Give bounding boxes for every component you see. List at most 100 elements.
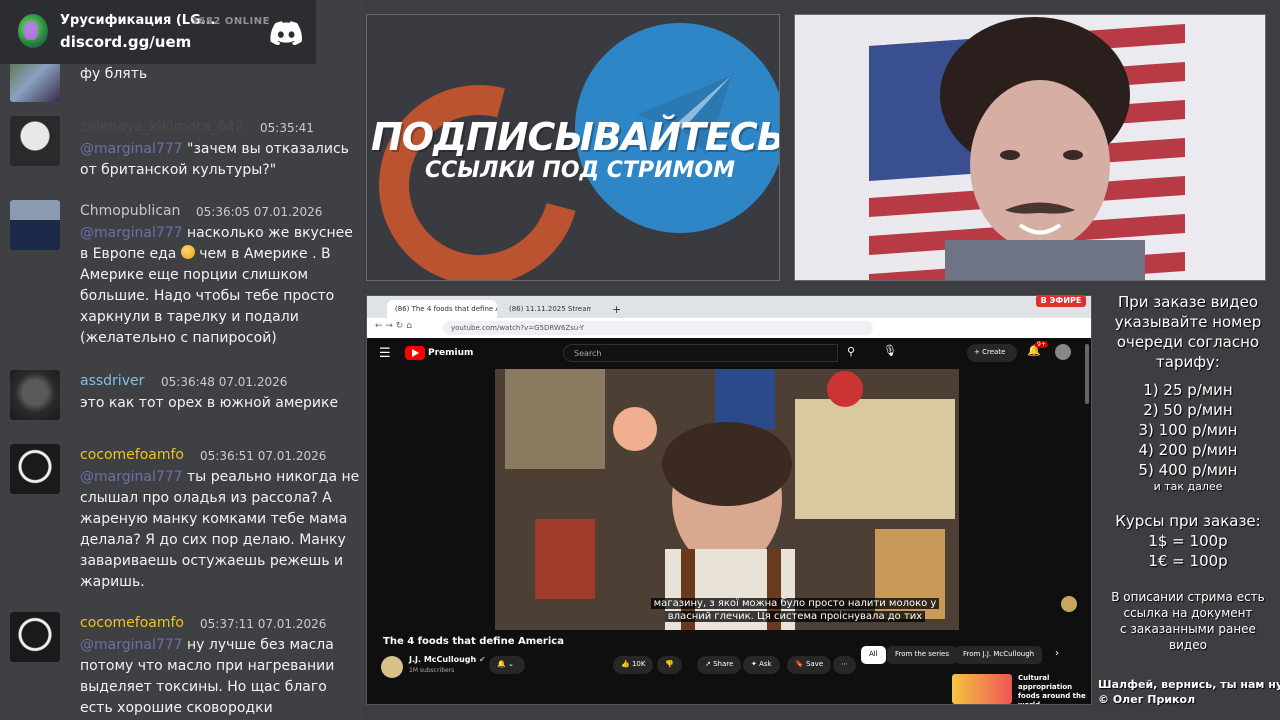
chevron-right-icon[interactable]: › bbox=[1055, 648, 1059, 659]
message-author[interactable]: cocomefoamfo bbox=[80, 447, 184, 463]
emoji-icon bbox=[180, 245, 195, 259]
webcam-feed bbox=[794, 14, 1266, 281]
dislike-button[interactable]: 👎 bbox=[657, 656, 682, 674]
order-note-line: тарифу: bbox=[1156, 353, 1220, 371]
message-text: @marginal777 "зачем вы отказались от бри… bbox=[80, 139, 360, 181]
tariff-line: 2) 50 р/мин bbox=[1143, 401, 1233, 419]
browser-window: (86) The 4 foods that define A (86) 11.1… bbox=[366, 295, 1092, 705]
banner-subtitle: ССЫЛКИ ПОД СТРИМОМ bbox=[425, 158, 735, 183]
search-input[interactable]: Search bbox=[563, 344, 838, 362]
channel-watermark-icon[interactable] bbox=[1061, 596, 1077, 612]
like-button[interactable]: 👍 10K bbox=[613, 656, 654, 674]
server-invite-link[interactable]: discord.gg/uem bbox=[60, 33, 191, 51]
like-count: 10K bbox=[631, 660, 646, 668]
tariff-line: 1) 25 р/мин bbox=[1143, 381, 1233, 399]
video-player[interactable]: магазину, з якої можна було просто налит… bbox=[495, 369, 959, 630]
subtitle-line: магазину, з якої можна було просто налит… bbox=[650, 598, 940, 609]
message-text: это как тот орех в южной америке bbox=[80, 395, 339, 411]
message-text: @marginal777 ну лучше без масла потому ч… bbox=[80, 635, 360, 719]
create-button[interactable]: + Create bbox=[967, 344, 1017, 362]
video-subtitles: магазину, з якої можна було просто налит… bbox=[645, 597, 945, 623]
subtitle-line: власний глечик. Ця система проіснувала д… bbox=[664, 611, 926, 622]
search-icon[interactable]: ⚲ bbox=[847, 345, 855, 358]
nav-buttons-icon[interactable]: ← → ↻ ⌂ bbox=[375, 321, 412, 331]
subscriber-count: 1M subscribers bbox=[409, 667, 455, 674]
url-field[interactable]: youtube.com/watch?v=G5DRW6Zsu-Y bbox=[443, 321, 873, 335]
user-mention[interactable]: @marginal777 bbox=[80, 141, 183, 157]
description-note-line: с заказанными ранее bbox=[1120, 622, 1256, 636]
description-note-line: ссылка на документ bbox=[1123, 606, 1253, 620]
message-author[interactable]: assdriver bbox=[80, 373, 144, 389]
verified-icon: ✔ bbox=[478, 655, 486, 664]
order-info-panel: При заказе видео указывайте номер очеред… bbox=[1100, 292, 1276, 653]
message-text: @marginal777 насколько же вкуснее в Евро… bbox=[80, 223, 360, 349]
subscribe-banner: ПОДПИСЫВАЙТЕСЬ ССЫЛКИ ПОД СТРИМОМ bbox=[366, 14, 780, 281]
notification-badge: 9+ bbox=[1035, 341, 1048, 348]
save-button[interactable]: 🔖 Save bbox=[787, 656, 832, 674]
recommended-thumbnail[interactable] bbox=[952, 674, 1012, 704]
new-tab-button[interactable]: + bbox=[609, 300, 625, 318]
video-frame-image bbox=[495, 369, 959, 630]
avatar bbox=[10, 200, 60, 250]
footer-line: © Олег Прикол bbox=[1098, 693, 1196, 706]
message-text: фу блять bbox=[80, 66, 148, 82]
message-timestamp: 05:35:41 bbox=[260, 121, 314, 135]
channel-name[interactable]: J.J. McCullough ✔ bbox=[409, 655, 486, 664]
rate-line: 1$ = 100р bbox=[1148, 532, 1228, 550]
tab-strip: (86) The 4 foods that define A (86) 11.1… bbox=[367, 296, 1091, 318]
avatar bbox=[10, 116, 60, 166]
recommended-title[interactable]: Cultural appropriation foods around the … bbox=[1018, 674, 1088, 704]
tariff-line: 5) 400 р/мин bbox=[1138, 461, 1238, 479]
youtube-brand: Premium bbox=[428, 348, 474, 358]
streamer-image bbox=[940, 17, 1145, 280]
server-icon bbox=[18, 14, 48, 48]
avatar bbox=[10, 444, 60, 494]
tab-stream-clip[interactable]: (86) 11.11.2025 Stream clu bbox=[501, 300, 591, 318]
user-mention[interactable]: @marginal777 bbox=[80, 225, 183, 241]
create-label: Create bbox=[982, 348, 1006, 356]
user-mention[interactable]: @marginal777 bbox=[80, 637, 183, 653]
discord-chat-widget: Урусификация (LG... 3682 ONLINE discord.… bbox=[0, 0, 364, 720]
ask-button[interactable]: ✦ Ask bbox=[743, 656, 780, 674]
message-author[interactable]: cocomefoamfo bbox=[80, 615, 184, 631]
order-note-line: указывайте номер bbox=[1114, 313, 1262, 331]
chip-from-channel[interactable]: From J.J. McCullough bbox=[955, 646, 1043, 664]
footer-line: Шалфей, вернись, ты нам нужен. bbox=[1098, 678, 1280, 691]
message-text: @marginal777 ты реально никогда не слыша… bbox=[80, 467, 360, 593]
rates-title: Курсы при заказе: bbox=[1115, 512, 1261, 530]
chip-from-series[interactable]: From the series bbox=[887, 646, 958, 664]
avatar bbox=[10, 370, 60, 420]
message-timestamp: 05:36:51 07.01.2026 bbox=[200, 449, 327, 463]
banner-title: ПОДПИСЫВАЙТЕСЬ bbox=[371, 115, 780, 159]
scrollbar[interactable] bbox=[1085, 344, 1089, 404]
discord-logo-icon bbox=[270, 21, 302, 45]
more-actions-button[interactable]: ⋯ bbox=[833, 656, 856, 674]
order-note-line: При заказе видео bbox=[1117, 293, 1259, 311]
youtube-logo-icon[interactable] bbox=[405, 346, 425, 360]
rate-line: 1€ = 100р bbox=[1148, 552, 1228, 570]
tariff-line: 4) 200 р/мин bbox=[1138, 441, 1238, 459]
chip-all[interactable]: All bbox=[861, 646, 886, 664]
youtube-header: ☰ Premium Search ⚲ 🎙 + Create 🔔 9+ bbox=[367, 338, 1091, 368]
share-button[interactable]: ↗ Share bbox=[697, 656, 742, 674]
discord-server-header[interactable]: Урусификация (LG... 3682 ONLINE discord.… bbox=[0, 0, 316, 64]
save-label: Save bbox=[805, 660, 824, 668]
menu-icon[interactable]: ☰ bbox=[379, 346, 391, 361]
user-mention[interactable]: @marginal777 bbox=[80, 469, 183, 485]
order-note-line: очереди согласно bbox=[1116, 333, 1260, 351]
message-timestamp: 05:37:11 07.01.2026 bbox=[200, 617, 327, 631]
account-avatar[interactable] bbox=[1055, 344, 1071, 360]
tariff-more: и так далее bbox=[1153, 480, 1223, 493]
message-timestamp: 05:36:48 07.01.2026 bbox=[161, 375, 288, 389]
message-author[interactable]: zelenaya_kikimora_642 bbox=[80, 119, 244, 135]
footer-caption: Шалфей, вернись, ты нам нужен. © Олег Пр… bbox=[1098, 677, 1280, 707]
channel-avatar[interactable] bbox=[381, 656, 403, 678]
message-author[interactable]: Chmopublican bbox=[80, 203, 180, 219]
avatar bbox=[10, 612, 60, 662]
microphone-icon[interactable]: 🎙 bbox=[883, 344, 897, 357]
share-label: Share bbox=[713, 660, 734, 668]
video-title: The 4 foods that define America bbox=[383, 636, 564, 647]
tab-youtube-video[interactable]: (86) The 4 foods that define A bbox=[387, 300, 497, 318]
message-timestamp: 05:36:05 07.01.2026 bbox=[196, 205, 323, 219]
subscribe-bell-button[interactable]: 🔔 ⌄ bbox=[489, 656, 525, 674]
